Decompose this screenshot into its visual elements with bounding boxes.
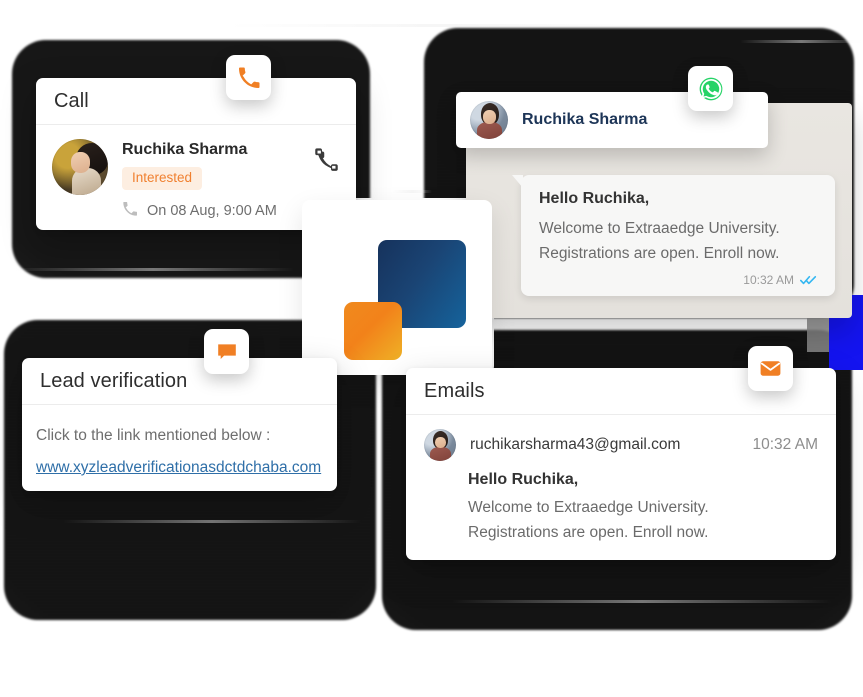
emails-card-title: Emails — [424, 379, 485, 402]
whatsapp-message-footer: 10:32 AM — [539, 273, 817, 287]
lead-card-header: Lead verification — [22, 358, 337, 405]
call-action-button[interactable] — [313, 139, 340, 177]
email-time: 10:32 AM — [752, 436, 819, 453]
email-line-2: Registrations are open. Enroll now. — [468, 524, 709, 542]
backdrop-streak — [12, 268, 294, 271]
whatsapp-line-2: Registrations are open. Enroll now. — [539, 245, 780, 263]
whatsapp-badge[interactable] — [688, 66, 733, 111]
lead-verification-card: Lead verification Click to the link ment… — [22, 358, 337, 491]
phone-outgoing-icon — [122, 201, 138, 221]
envelope-icon — [760, 361, 781, 376]
emails-card: Emails ruchikarsharma43@gmail.com 10:32 … — [406, 368, 836, 560]
lead-card-title: Lead verification — [40, 369, 188, 392]
whatsapp-message-bubble: Hello Ruchika, Welcome to Extraaedge Uni… — [512, 175, 835, 297]
extraaedge-logo — [344, 240, 466, 360]
avatar — [52, 139, 108, 195]
status-badge: Interested — [122, 167, 203, 190]
lead-verification-link[interactable]: www.xyzleadverificationasdctdchaba.com — [36, 459, 321, 477]
avatar-face — [434, 436, 446, 449]
email-body: Hello Ruchika, Welcome to Extraaedge Uni… — [406, 461, 836, 545]
backdrop-streak — [740, 40, 863, 43]
call-badge[interactable] — [226, 55, 271, 100]
phone-call-icon — [315, 148, 338, 171]
lead-badge[interactable] — [204, 329, 249, 374]
email-line-1: Welcome to Extraaedge University. — [468, 499, 709, 516]
avatar — [470, 101, 508, 139]
chat-bubble-icon — [217, 343, 236, 359]
phone-icon — [238, 67, 259, 88]
canvas: Call Ruchika Sharma Interested On 08 Aug… — [0, 0, 863, 697]
email-sender-row[interactable]: ruchikarsharma43@gmail.com 10:32 AM — [406, 415, 836, 461]
backdrop-streak — [392, 190, 432, 193]
lead-prompt: Click to the link mentioned below : — [36, 427, 271, 444]
backdrop-streak — [452, 600, 832, 603]
email-sender-address: ruchikarsharma43@gmail.com — [470, 436, 681, 453]
double-check-icon — [800, 276, 817, 285]
call-schedule: On 08 Aug, 9:00 AM — [122, 201, 277, 221]
call-card-header: Call — [36, 78, 356, 125]
email-greeting: Hello Ruchika, — [468, 471, 579, 488]
logo-orange-square — [344, 302, 402, 360]
lead-card-body: Click to the link mentioned below : www.… — [22, 405, 337, 477]
avatar-face — [71, 152, 91, 173]
whatsapp-line-1: Welcome to Extraaedge University. — [539, 220, 780, 237]
avatar — [424, 429, 456, 461]
avatar-face — [482, 110, 496, 124]
whatsapp-greeting: Hello Ruchika, — [539, 190, 650, 207]
whatsapp-icon — [699, 77, 722, 100]
whatsapp-message-time: 10:32 AM — [743, 273, 794, 288]
call-card-title: Call — [54, 89, 89, 112]
backdrop-streak — [62, 520, 362, 523]
whatsapp-contact-name: Ruchika Sharma — [522, 111, 648, 128]
call-schedule-text: On 08 Aug, 9:00 AM — [147, 202, 277, 219]
backdrop-streak — [228, 24, 648, 27]
email-badge[interactable] — [748, 346, 793, 391]
call-contact-name: Ruchika Sharma — [122, 141, 248, 158]
